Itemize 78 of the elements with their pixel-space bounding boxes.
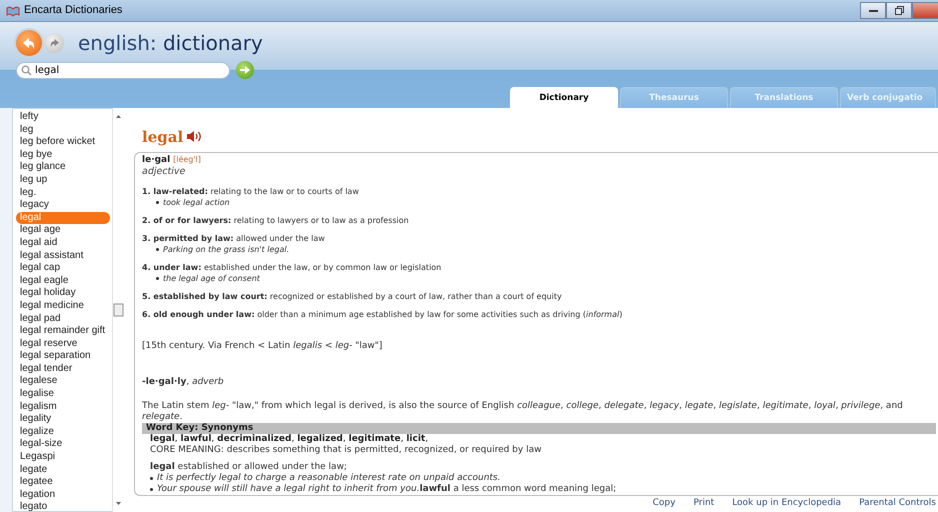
word-list-item[interactable]: legal eagle [13, 274, 112, 288]
syllables: le·gal [142, 154, 170, 165]
tab[interactable]: Dictionary [510, 87, 618, 108]
word-list-item[interactable]: leg before wicket [13, 136, 112, 149]
word-key-heading: Word Key: Synonyms [142, 422, 936, 434]
usage: legal established or allowed under the law; [150, 462, 348, 473]
etymology: [15th century. Via French < Latin legalis < leg- "law"] [142, 340, 384, 352]
word-list-item[interactable]: Legaspi [13, 451, 112, 464]
word-list-item[interactable]: legal-size [13, 438, 112, 452]
word-list-item[interactable]: legal aid [13, 236, 112, 250]
word-list-item[interactable]: legality [13, 413, 112, 426]
word-list-item[interactable]: legal pad [13, 312, 112, 326]
search-field[interactable]: legal [16, 62, 230, 78]
word-list-item[interactable]: leg. [13, 186, 112, 200]
go-button[interactable] [236, 61, 254, 79]
example: the legal age of consent [163, 272, 260, 284]
word-list-item[interactable]: legal medicine [13, 300, 112, 312]
word-list-item[interactable]: legation [13, 488, 112, 502]
bullet-icon [156, 276, 159, 280]
minimize-icon [868, 10, 878, 12]
example: Parking on the grass isn't legal. [163, 244, 290, 255]
synonyms: legal, lawful, decriminalized, legalized, legitimate, licit, [150, 434, 430, 445]
forward-button[interactable] [44, 33, 64, 53]
word-list-item[interactable]: legal holiday [13, 287, 112, 300]
part-of-speech: adjective [142, 166, 186, 177]
headword: legal [142, 126, 184, 148]
word-list-item[interactable]: legalese [13, 375, 112, 388]
word-list-item[interactable]: legal reserve [13, 338, 112, 350]
book-icon [6, 4, 20, 16]
core-meaning: CORE MEANING: describes something that is permitted, recognized, or required by law [150, 444, 542, 456]
restore-button[interactable] [886, 2, 912, 19]
word-list-item[interactable]: leg [13, 124, 112, 136]
derived-form: -le·gal·ly, adverb [142, 376, 225, 388]
definition: 1. law-related: relating to the law or to courts of law [142, 186, 360, 197]
minimize-button[interactable] [860, 2, 886, 19]
forward-arrow-icon [50, 39, 58, 47]
word-list-item[interactable]: legal assistant [13, 250, 112, 262]
search-icon [21, 64, 32, 76]
footer-link[interactable]: Look up in Encyclopedia [732, 497, 842, 511]
pronunciation: [léeg'l] [173, 154, 201, 164]
word-list-item[interactable]: legatee [13, 476, 112, 489]
usage-example: It is perfectly legal to charge a reasonable interest rate on unpaid accounts. [157, 472, 500, 484]
word-list-item[interactable]: legal separation [13, 350, 112, 363]
usage-example: Your spouse will still have a legal right to inherit from you.lawful a less common word meaning legal; [157, 484, 616, 495]
example: took legal action [163, 196, 230, 208]
word-list-item[interactable]: legal tender [13, 362, 112, 376]
word-list-item[interactable]: legate [13, 464, 112, 476]
bullet-icon [156, 200, 159, 204]
word-list-item[interactable]: lefty [13, 111, 112, 124]
word-list-item[interactable]: legal cap [13, 262, 112, 275]
restore-icon [894, 6, 904, 15]
bullet-icon [156, 248, 159, 251]
bullet-icon [150, 488, 153, 491]
speaker-icon[interactable] [186, 130, 204, 144]
word-list-item[interactable]: leg glance [13, 161, 112, 174]
back-button[interactable] [16, 30, 42, 56]
word-list-item[interactable]: leg up [13, 174, 112, 187]
word-list-item[interactable]: legal remainder gift [13, 325, 112, 338]
footer-link[interactable]: Print [693, 497, 714, 511]
definition: 5. established by law court: recognized or established by a court of law, rather than a court of equity [142, 290, 563, 302]
word-list-item[interactable]: leg bye [13, 148, 112, 162]
word-list-item[interactable]: legacy [13, 199, 112, 212]
word-list-item[interactable]: legalize [13, 426, 112, 438]
footer-link[interactable]: Copy [652, 497, 676, 511]
word-origin-note: The Latin stem leg- "law," from which legal is derived, is also the source of English colleague, college, delegate, legacy, legate, legislate, legitimate, loyal, privilege, and relegate. [142, 400, 904, 423]
footer-link[interactable]: Parental Controls [859, 497, 936, 511]
window-title: Encarta Dictionaries [24, 3, 122, 18]
app-title: english: dictionary [78, 31, 263, 55]
definition: 3. permitted by law: allowed under the law [142, 232, 326, 244]
back-arrow-icon [23, 38, 35, 48]
definition: 4. under law: established under the law, or by common law or legislation [142, 262, 442, 273]
word-list-item[interactable]: legalise [13, 388, 112, 401]
word-list-item[interactable]: legal age [13, 224, 112, 237]
word-list-item[interactable]: legalism [13, 400, 112, 414]
definition: 6. old enough under law: older than a minimum age established by law for some activities such as driving (informal) [142, 308, 624, 320]
arrow-right-icon [240, 66, 250, 74]
bullet-icon [150, 476, 153, 480]
definition: 2. of or for lawyers: relating to lawyers or to law as a profession [142, 214, 410, 226]
